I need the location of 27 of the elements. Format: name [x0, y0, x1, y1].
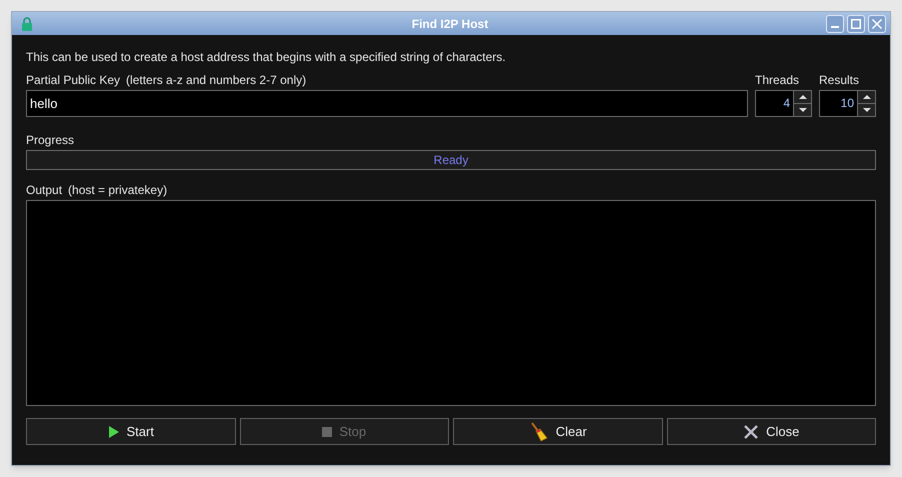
key-field[interactable]: hello: [26, 90, 748, 117]
minimize-icon: [831, 26, 839, 28]
close-button[interactable]: Close: [666, 418, 876, 445]
number-spinner[interactable]: 4: [755, 90, 812, 117]
clear-button[interactable]: Clear: [453, 418, 662, 445]
start-button[interactable]: Start: [26, 418, 236, 445]
play-icon: [108, 426, 120, 438]
spinner-label: Threads: [755, 72, 800, 88]
lock-icon: [20, 16, 34, 30]
minimize-button[interactable]: [826, 14, 844, 32]
close-icon: [872, 18, 882, 28]
close-icon: [743, 424, 760, 440]
output-hint: (host = privatekey): [68, 182, 168, 198]
output-label: Output: [26, 182, 62, 198]
close-button[interactable]: [868, 14, 886, 32]
progress-text: Ready: [432, 152, 470, 169]
progress-label: Progress: [26, 132, 76, 149]
window-title: Find I2P Host: [410, 16, 490, 32]
stop-icon: [322, 426, 332, 436]
spinner-label: Results: [819, 72, 860, 88]
maximize-icon: [851, 18, 861, 28]
field-hint: (letters a-z and numbers 2-7 only): [126, 72, 306, 88]
maximize-button[interactable]: [847, 14, 865, 32]
broom-icon: [528, 422, 549, 442]
description-text: This can be used to create a host address that begins with a specified string of characters.: [26, 49, 507, 66]
field-label: Partial Public Key: [26, 72, 120, 88]
number-spinner[interactable]: 10: [819, 90, 876, 117]
